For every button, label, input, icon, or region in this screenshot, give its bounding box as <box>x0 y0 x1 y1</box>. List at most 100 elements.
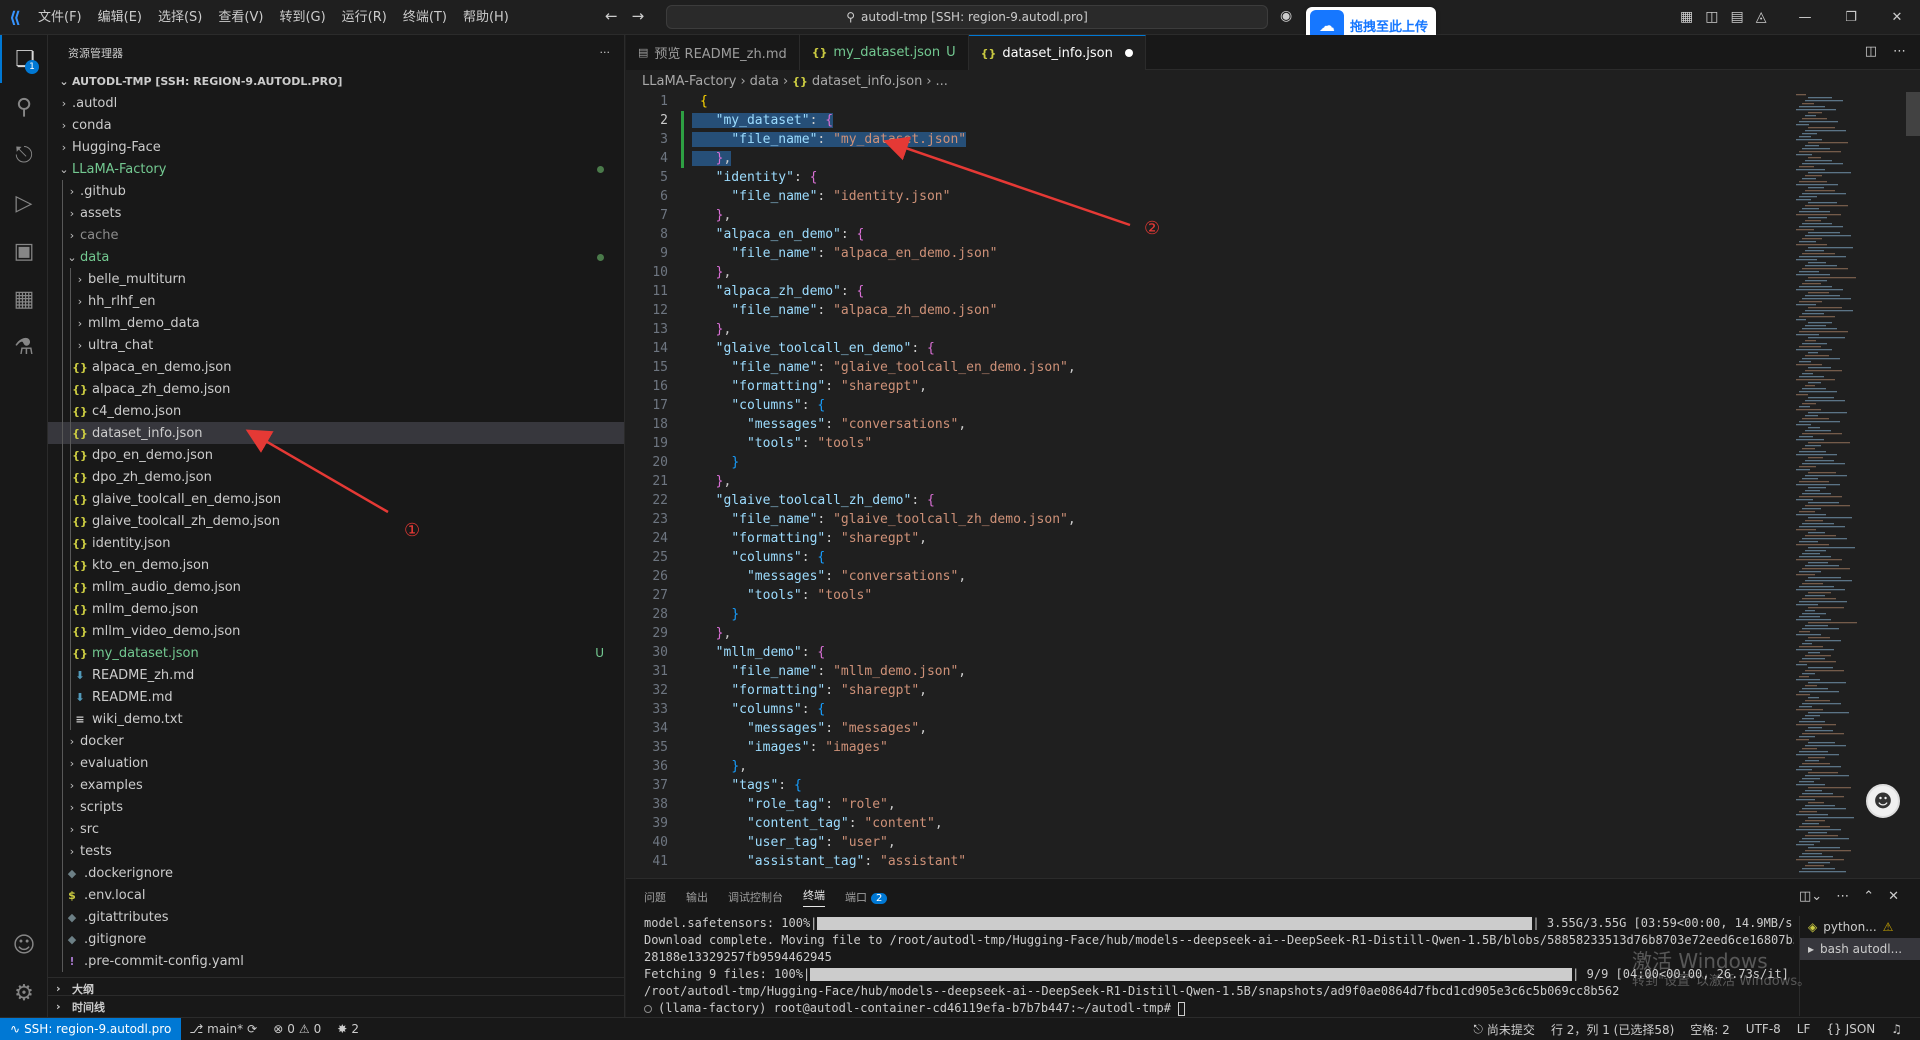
panel-tab[interactable]: 端口 2 <box>845 889 888 905</box>
command-center[interactable]: ⚲ autodl-tmp [SSH: region-9.autodl.pro] <box>666 5 1268 29</box>
file-item[interactable]: {} c4_demo.json <box>48 400 624 422</box>
remote-indicator[interactable]: ∿ SSH: region-9.autodl.pro <box>0 1017 182 1040</box>
problems-indicator[interactable]: ⊗ 0 ⚠ 0 <box>265 1022 329 1036</box>
unsaved-dot-icon[interactable] <box>1124 49 1133 57</box>
editor-tab[interactable]: {} my_dataset.json U <box>799 35 969 70</box>
folder-item[interactable]: › belle_multiturn <box>48 268 624 290</box>
toggle-sidebar-icon[interactable]: ◫ <box>1705 9 1718 25</box>
split-terminal-icon[interactable]: ◫⌄ <box>1799 889 1822 904</box>
more-actions-icon[interactable]: ⋯ <box>1893 44 1906 59</box>
folder-item[interactable]: › .github <box>48 180 624 202</box>
folder-item[interactable]: › mllm_demo_data <box>48 312 624 334</box>
panel-tab[interactable]: 终端 <box>803 887 825 907</box>
folder-item[interactable]: › docker <box>48 730 624 752</box>
panel-tab[interactable]: 调试控制台 <box>728 889 783 905</box>
extensions-icon[interactable]: ▦ <box>0 275 48 323</box>
file-item[interactable]: ◆ .gitattributes <box>48 906 624 928</box>
file-item[interactable]: {} alpaca_zh_demo.json <box>48 378 624 400</box>
menu-item[interactable]: 编辑(E) <box>90 0 150 35</box>
folder-item[interactable]: › Hugging-Face <box>48 136 624 158</box>
encoding[interactable]: UTF-8 <box>1738 1021 1789 1038</box>
workspace-root[interactable]: ⌄ AUTODL-TMP [SSH: REGION-9.AUTODL.PRO] <box>48 70 624 92</box>
remote-explorer-icon[interactable]: ▣ <box>0 227 48 275</box>
file-item[interactable]: {} kto_en_demo.json <box>48 554 624 576</box>
file-item[interactable]: {} mllm_video_demo.json <box>48 620 624 642</box>
file-item[interactable]: ⬇ README_zh.md <box>48 664 624 686</box>
panel-tab[interactable]: 输出 <box>686 889 708 905</box>
menu-item[interactable]: 文件(F) <box>30 0 90 35</box>
file-item[interactable]: ◆ .dockerignore <box>48 862 624 884</box>
file-item[interactable]: ◆ .gitignore <box>48 928 624 950</box>
toggle-panel-icon[interactable]: ▤ <box>1730 9 1743 25</box>
file-item[interactable]: ! .pre-commit-config.yaml <box>48 950 624 972</box>
customize-layout-icon[interactable]: ▦ <box>1680 9 1693 25</box>
menu-item[interactable]: 选择(S) <box>150 0 210 35</box>
minimize-icon[interactable]: — <box>1782 0 1828 35</box>
folder-item[interactable]: › hh_rlhf_en <box>48 290 624 312</box>
explorer-more-icon[interactable]: ··· <box>600 46 611 59</box>
file-item[interactable]: {} alpaca_en_demo.json <box>48 356 624 378</box>
close-panel-icon[interactable]: ✕ <box>1888 889 1899 904</box>
folder-item[interactable]: › src <box>48 818 624 840</box>
file-item[interactable]: {} mllm_audio_demo.json <box>48 576 624 598</box>
folder-item[interactable]: › scripts <box>48 796 624 818</box>
run-debug-icon[interactable]: ▷ <box>0 179 48 227</box>
file-item[interactable]: ⬇ README.md <box>48 686 624 708</box>
end-of-line[interactable]: LF <box>1789 1021 1819 1038</box>
file-item[interactable]: {} mllm_demo.json <box>48 598 624 620</box>
folder-item[interactable]: ⌄ data <box>48 246 624 268</box>
file-item[interactable]: {} glaive_toolcall_zh_demo.json <box>48 510 624 532</box>
breadcrumb-item[interactable]: LLaMA-Factory <box>642 74 736 89</box>
ports-indicator[interactable]: ✸ 2 <box>329 1022 367 1036</box>
testing-icon[interactable]: ⚗ <box>0 323 48 371</box>
cursor-position[interactable]: 行 2，列 1 (已选择58) <box>1543 1021 1682 1038</box>
panel-tab[interactable]: 问题 <box>644 889 666 905</box>
source-control-icon[interactable]: ⎋ <box>0 131 48 179</box>
close-icon[interactable]: ✕ <box>1874 0 1920 35</box>
file-item[interactable]: {} identity.json <box>48 532 624 554</box>
folder-item[interactable]: › assets <box>48 202 624 224</box>
folder-item[interactable]: › conda <box>48 114 624 136</box>
timeline-section[interactable]: › 时间线 <box>48 995 625 1017</box>
folder-item[interactable]: ⌄ LLaMA-Factory <box>48 158 624 180</box>
menu-item[interactable]: 帮助(H) <box>455 0 517 35</box>
uncommitted-indicator[interactable]: ⎋ 尚未提交 <box>1465 1021 1543 1038</box>
maximize-panel-icon[interactable]: ⌃ <box>1863 889 1874 904</box>
file-item[interactable]: {} dpo_zh_demo.json <box>48 466 624 488</box>
notifications-icon[interactable]: ♫ <box>1883 1021 1910 1038</box>
menu-item[interactable]: 转到(G) <box>271 0 333 35</box>
minimap[interactable] <box>1786 92 1920 878</box>
editor-tab[interactable]: ▤ 预览 README_zh.md <box>626 35 800 70</box>
assistant-avatar[interactable]: ☻ <box>1866 784 1900 818</box>
search-icon[interactable]: ⚲ <box>0 83 48 131</box>
branch-indicator[interactable]: ⎇ main* ⟳ <box>181 1022 265 1036</box>
file-item[interactable]: {} dpo_en_demo.json <box>48 444 624 466</box>
file-item[interactable]: ≡ wiki_demo.txt <box>48 708 624 730</box>
back-arrow-icon[interactable]: ← <box>605 7 618 25</box>
code-editor[interactable]: 1{2 "my_dataset": {3 "file_name": "my_da… <box>626 92 1786 878</box>
toggle-secondary-sidebar-icon[interactable]: ◬ <box>1756 9 1767 25</box>
terminal-item-bash[interactable]: ▸ bash autodl... <box>1800 938 1920 960</box>
breadcrumb-item[interactable]: ... <box>936 74 948 89</box>
menu-item[interactable]: 运行(R) <box>334 0 395 35</box>
file-item[interactable]: {} dataset_info.json <box>48 422 624 444</box>
folder-item[interactable]: › ultra_chat <box>48 334 624 356</box>
explorer-icon[interactable]: ❏ 1 <box>0 35 48 83</box>
breadcrumb-item[interactable]: data <box>750 74 779 89</box>
language-mode[interactable]: {} JSON <box>1818 1021 1883 1038</box>
copilot-icon[interactable]: ◉ <box>1280 8 1292 24</box>
editor-tab[interactable]: {} dataset_info.json <box>968 35 1146 70</box>
folder-item[interactable]: › tests <box>48 840 624 862</box>
restore-icon[interactable]: ❐ <box>1828 0 1874 35</box>
folder-item[interactable]: › cache <box>48 224 624 246</box>
split-editor-icon[interactable]: ◫ <box>1865 44 1877 59</box>
forward-arrow-icon[interactable]: → <box>632 7 645 25</box>
folder-item[interactable]: › evaluation <box>48 752 624 774</box>
settings-gear-icon[interactable]: ⚙ <box>0 969 48 1017</box>
file-item[interactable]: $ .env.local <box>48 884 624 906</box>
indentation[interactable]: 空格: 2 <box>1682 1021 1738 1038</box>
terminal-item-python[interactable]: ◈ python... ⚠ <box>1800 916 1920 938</box>
file-item[interactable]: {} my_dataset.json U <box>48 642 624 664</box>
folder-item[interactable]: › .autodl <box>48 92 624 114</box>
menu-item[interactable]: 终端(T) <box>395 0 455 35</box>
